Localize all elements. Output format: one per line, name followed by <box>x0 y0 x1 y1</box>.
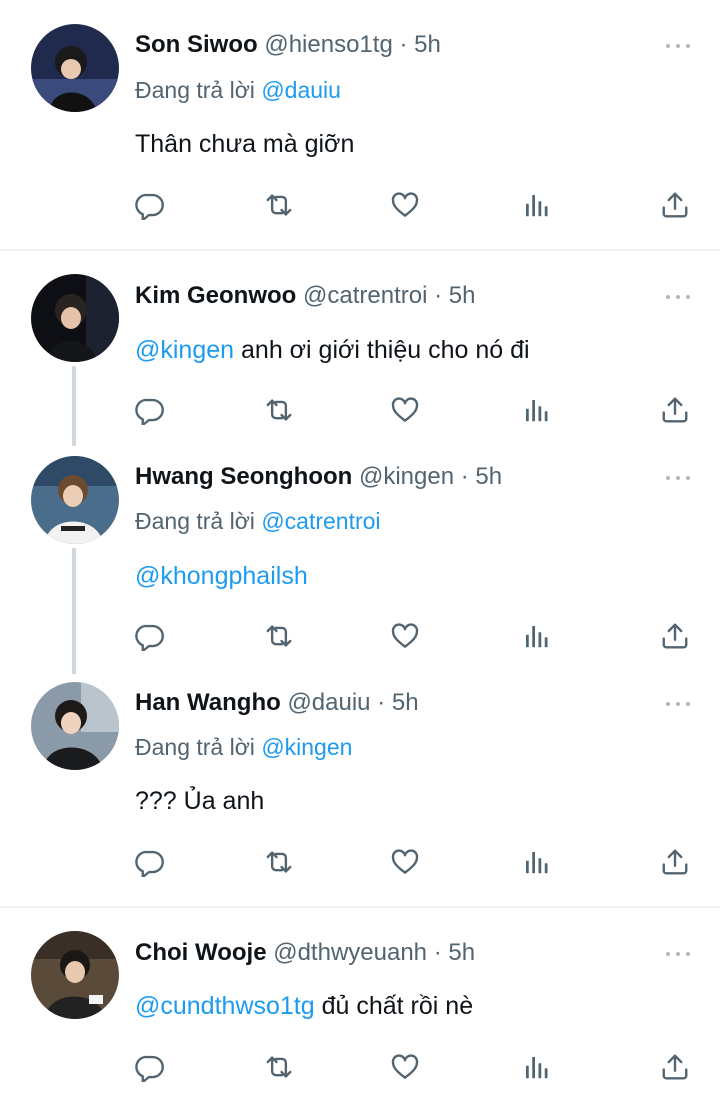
tweet-text-content: ??? Ủa anh <box>135 787 265 815</box>
share-icon[interactable] <box>655 390 695 430</box>
retweet-icon[interactable] <box>259 1047 299 1087</box>
display-name[interactable]: Kim Geonwoo <box>135 282 296 309</box>
replying-to-label: Đang trả lời <box>135 734 255 760</box>
analytics-icon[interactable] <box>516 185 556 225</box>
tweet[interactable]: Son Siwoo @hienso1tg · 5h Đang trả lời @… <box>0 0 720 250</box>
analytics-icon[interactable] <box>516 616 556 656</box>
analytics-icon[interactable] <box>516 390 556 430</box>
tweet-text: @cundthwso1tg đủ chất rồi nè <box>135 986 473 1026</box>
display-name[interactable]: Han Wangho <box>135 689 281 716</box>
tweet-text-content: Thân chưa mà giỡn <box>135 130 355 158</box>
user-handle[interactable]: @catrentroi <box>303 282 427 309</box>
text-mention[interactable]: @cundthwso1tg <box>135 992 315 1020</box>
analytics-icon[interactable] <box>516 842 556 882</box>
separator-dot: · <box>434 282 443 309</box>
more-icon[interactable] <box>666 474 690 482</box>
replying-to-mention[interactable]: @dauiu <box>261 77 341 103</box>
avatar[interactable] <box>31 456 119 544</box>
display-name[interactable]: Hwang Seonghoon <box>135 463 352 490</box>
tweet[interactable]: Choi Wooje @dthwyeuanh · 5h @cundthwso1t… <box>0 908 720 1106</box>
share-icon[interactable] <box>655 842 695 882</box>
text-mention[interactable]: @kingen <box>135 336 234 364</box>
timestamp[interactable]: 5h <box>449 282 476 309</box>
tweet-header: Choi Wooje @dthwyeuanh · 5h <box>135 933 475 973</box>
tweet-text: @kingen anh ơi giới thiệu cho nó đi <box>135 330 530 370</box>
timestamp[interactable]: 5h <box>475 463 502 490</box>
text-mention[interactable]: @khongphailsh <box>135 562 308 590</box>
retweet-icon[interactable] <box>259 390 299 430</box>
tweet-text: ??? Ủa anh <box>135 781 264 821</box>
separator-dot: · <box>399 31 408 58</box>
user-handle[interactable]: @dauiu <box>287 689 370 716</box>
reply-icon[interactable] <box>129 185 169 225</box>
tweet-text: Thân chưa mà giỡn <box>135 124 354 164</box>
share-icon[interactable] <box>655 1047 695 1087</box>
heart-icon[interactable] <box>385 1047 425 1087</box>
reply-icon[interactable] <box>129 616 169 656</box>
analytics-icon[interactable] <box>516 1047 556 1087</box>
more-icon[interactable] <box>666 950 690 958</box>
heart-icon[interactable] <box>385 390 425 430</box>
more-icon[interactable] <box>666 42 690 50</box>
replying-to-mention[interactable]: @catrentroi <box>261 508 380 534</box>
more-icon[interactable] <box>666 293 690 301</box>
more-icon[interactable] <box>666 700 690 708</box>
retweet-icon[interactable] <box>259 185 299 225</box>
share-icon[interactable] <box>655 616 695 656</box>
heart-icon[interactable] <box>385 842 425 882</box>
avatar[interactable] <box>31 682 119 770</box>
tweet-header: Son Siwoo @hienso1tg · 5h <box>135 25 441 65</box>
user-handle[interactable]: @dthwyeuanh <box>273 939 427 966</box>
tweet-actions <box>0 1047 720 1087</box>
replying-to: Đang trả lời @kingen <box>135 729 352 765</box>
tweet-header: Kim Geonwoo @catrentroi · 5h <box>135 276 475 316</box>
replying-to: Đang trả lời @catrentroi <box>135 503 381 539</box>
display-name[interactable]: Son Siwoo <box>135 31 258 58</box>
share-icon[interactable] <box>655 185 695 225</box>
reply-icon[interactable] <box>129 390 169 430</box>
reply-icon[interactable] <box>129 1047 169 1087</box>
tweet[interactable]: Han Wangho @dauiu · 5h Đang trả lời @kin… <box>0 673 720 906</box>
tweet-text-content: anh ơi giới thiệu cho nó đi <box>234 336 530 364</box>
tweet-actions <box>0 390 720 430</box>
replying-to-label: Đang trả lời <box>135 77 255 103</box>
tweet-text: @khongphailsh <box>135 556 308 596</box>
replying-to-mention[interactable]: @kingen <box>261 734 352 760</box>
avatar[interactable] <box>31 24 119 112</box>
replying-to-label: Đang trả lời <box>135 508 255 534</box>
separator-dot: · <box>433 939 442 966</box>
tweet-actions <box>0 842 720 882</box>
timestamp[interactable]: 5h <box>414 31 441 58</box>
user-handle[interactable]: @hienso1tg <box>264 31 392 58</box>
avatar[interactable] <box>31 274 119 362</box>
avatar[interactable] <box>31 931 119 1019</box>
reply-icon[interactable] <box>129 842 169 882</box>
replying-to: Đang trả lời @dauiu <box>135 72 341 108</box>
timestamp[interactable]: 5h <box>448 939 475 966</box>
tweet-text-content: đủ chất rồi nè <box>314 992 474 1020</box>
tweet-header: Han Wangho @dauiu · 5h <box>135 683 419 723</box>
user-handle[interactable]: @kingen <box>359 463 454 490</box>
tweet-actions <box>0 185 720 225</box>
separator-dot: · <box>460 463 469 490</box>
retweet-icon[interactable] <box>259 616 299 656</box>
separator-dot: · <box>377 689 386 716</box>
tweet[interactable]: Kim Geonwoo @catrentroi · 5h @kingen anh… <box>0 251 720 447</box>
tweet-header: Hwang Seonghoon @kingen · 5h <box>135 457 502 497</box>
retweet-icon[interactable] <box>259 842 299 882</box>
tweet-actions <box>0 616 720 656</box>
timestamp[interactable]: 5h <box>392 689 419 716</box>
heart-icon[interactable] <box>385 616 425 656</box>
heart-icon[interactable] <box>385 185 425 225</box>
display-name[interactable]: Choi Wooje <box>135 939 267 966</box>
tweet[interactable]: Hwang Seonghoon @kingen · 5h Đang trả lờ… <box>0 447 720 673</box>
